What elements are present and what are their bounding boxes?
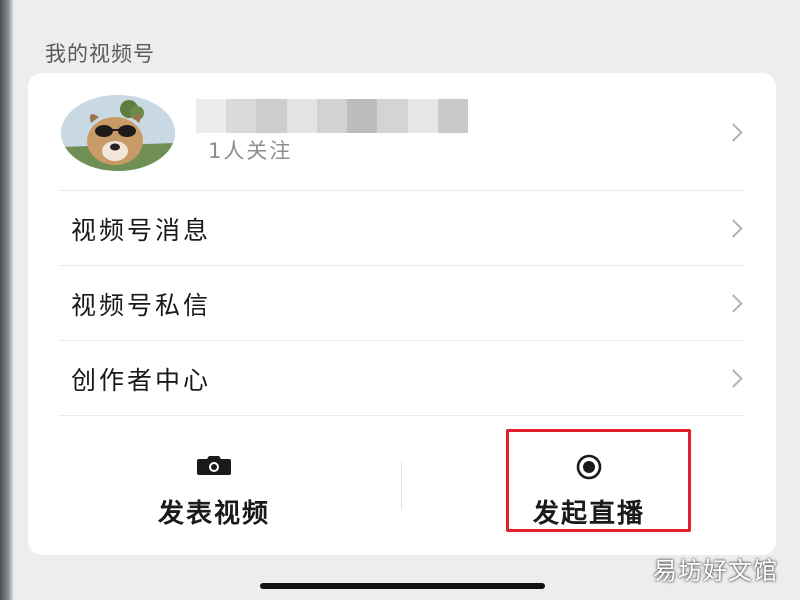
camera-icon [194, 454, 234, 480]
chevron-right-icon [724, 369, 743, 388]
blur-cell [377, 99, 408, 133]
blur-cell [226, 99, 257, 133]
menu-item-creator-center[interactable]: 创作者中心 [28, 341, 776, 416]
chevron-right-icon [724, 294, 743, 313]
menu-item-channel-messages[interactable]: 视频号消息 [28, 191, 776, 266]
chevron-right-icon [724, 123, 743, 142]
blur-cell [437, 99, 468, 133]
blur-cell [316, 99, 348, 133]
menu-item-label: 视频号私信 [71, 291, 212, 320]
menu-item-label: 视频号消息 [71, 216, 212, 245]
home-indicator[interactable] [260, 583, 545, 589]
watermark: 易坊好文馆 [653, 557, 778, 585]
highlight-annotation-box [506, 429, 691, 532]
blur-cell [286, 99, 317, 133]
avatar[interactable] [61, 95, 175, 171]
menu-item-label: 创作者中心 [71, 366, 212, 395]
blur-cell [347, 99, 378, 133]
menu-item-channel-private-messages[interactable]: 视频号私信 [28, 266, 776, 341]
action-bar: 发表视频 发起直播 [28, 418, 776, 555]
follow-count: 1人关注 [208, 139, 293, 163]
blur-cell [196, 99, 227, 133]
post-video-button[interactable]: 发表视频 [64, 418, 364, 555]
blur-cell [407, 99, 438, 133]
action-divider [401, 462, 402, 510]
chevron-right-icon [724, 219, 743, 238]
blurred-username [196, 99, 468, 133]
profile-row[interactable]: 1人关注 [28, 73, 776, 191]
section-title: 我的视频号 [45, 42, 155, 66]
channels-card: 1人关注 视频号消息 视频号私信 创作者中心 发表视频 发起直播 [28, 73, 776, 555]
dog-avatar-icon [61, 95, 175, 171]
divider [59, 415, 745, 416]
post-video-label: 发表视频 [157, 499, 270, 529]
left-edge [0, 0, 14, 600]
blur-cell [256, 99, 287, 133]
